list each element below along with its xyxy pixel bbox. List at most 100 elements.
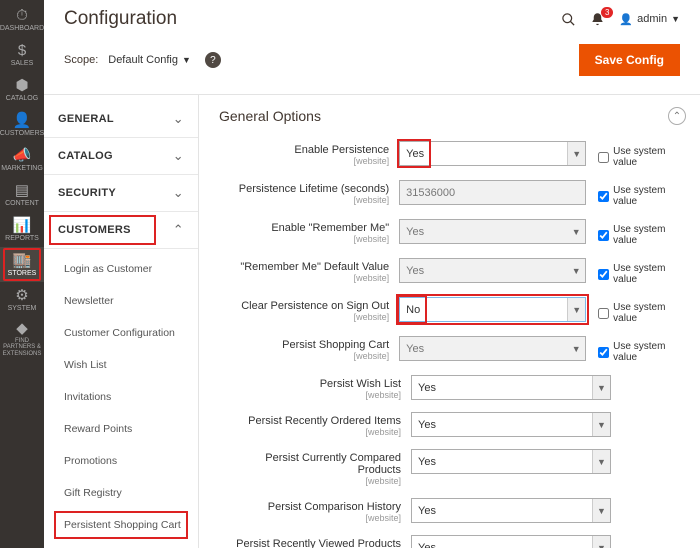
checkbox[interactable] xyxy=(598,191,609,202)
sb-promotions[interactable]: Promotions xyxy=(44,445,198,477)
checkbox[interactable] xyxy=(598,269,609,280)
help-icon[interactable]: ? xyxy=(205,52,221,68)
avatar-icon: 👤 xyxy=(619,13,633,26)
scope-bar: Scope: Default Config▼ ? Save Config xyxy=(44,34,700,94)
sb-security[interactable]: SECURITY⌄ xyxy=(44,175,198,212)
sb-customer-config[interactable]: Customer Configuration xyxy=(44,317,198,349)
nav-label: SYSTEM xyxy=(8,305,37,312)
notifications-button[interactable]: 3 xyxy=(590,12,605,27)
topbar: Configuration 3 👤admin▼ xyxy=(44,0,700,34)
use-system-persist-cart[interactable]: Use system value xyxy=(586,336,686,363)
chevron-down-icon: ⌄ xyxy=(173,148,184,164)
chevron-down-icon: ▼ xyxy=(592,413,610,436)
nav-content[interactable]: ▤ CONTENT xyxy=(0,177,44,212)
sb-newsletter[interactable]: Newsletter xyxy=(44,285,198,317)
sb-general[interactable]: GENERAL⌄ xyxy=(44,101,198,138)
remember-default-select: Yes▼ xyxy=(399,258,586,283)
nav-label: SALES xyxy=(11,60,34,67)
clear-signout-select[interactable]: No▼ xyxy=(399,297,586,322)
nav-catalog[interactable]: ⬢ CATALOG xyxy=(0,72,44,107)
use-system-lifetime[interactable]: Use system value xyxy=(586,180,686,207)
persist-comp-history-select[interactable]: Yes▼ xyxy=(411,498,611,523)
use-system-remember-me[interactable]: Use system value xyxy=(586,219,686,246)
nav-label: CUSTOMERS xyxy=(0,130,44,137)
nav-partners[interactable]: ◆ FIND PARTNERS & EXTENSIONS xyxy=(0,317,44,361)
chevron-up-icon: ⌃ xyxy=(173,222,184,238)
notif-badge: 3 xyxy=(601,7,613,18)
chevron-down-icon: ⌄ xyxy=(173,111,184,127)
store-icon: 🏬 xyxy=(13,253,32,268)
nav-marketing[interactable]: 📣MARKETING xyxy=(0,142,44,177)
sb-reward-points[interactable]: Reward Points xyxy=(44,413,198,445)
admin-nav: ⏱DASHBOARD $ SALES ⬢ CATALOG 👤 CUSTOMERS 📣M… xyxy=(0,0,44,548)
nav-label: CATALOG xyxy=(6,95,38,102)
use-system-clear-signout[interactable]: Use system value xyxy=(586,297,686,324)
checkbox[interactable] xyxy=(598,230,609,241)
nav-label: FIND PARTNERS & EXTENSIONS xyxy=(2,338,42,357)
collapse-section-button[interactable]: ⌃ xyxy=(668,107,686,125)
row-lifetime: Persistence Lifetime (seconds)[website] … xyxy=(219,180,686,207)
enable-persistence-select[interactable]: Yes▼ xyxy=(399,141,586,166)
general-options-form: Enable Persistence[website] Yes▼ Use sys… xyxy=(219,141,686,548)
row-remember-me: Enable "Remember Me"[website] Yes▼ Use s… xyxy=(219,219,686,246)
layout-icon: ▤ xyxy=(15,183,29,198)
row-persist-compared: Persist Currently Compared Products[webs… xyxy=(219,449,686,486)
sb-customers-children: Login as Customer Newsletter Customer Co… xyxy=(44,249,198,545)
checkbox[interactable] xyxy=(598,152,609,163)
nav-reports[interactable]: 📊REPORTS xyxy=(0,212,44,247)
sb-customers[interactable]: CUSTOMERS⌃ xyxy=(44,212,198,249)
checkbox[interactable] xyxy=(598,347,609,358)
chevron-down-icon: ▼ xyxy=(567,337,585,360)
row-persist-cart: Persist Shopping Cart[website] Yes▼ Use … xyxy=(219,336,686,363)
use-system-enable-persistence[interactable]: Use system value xyxy=(586,141,686,168)
sb-persistent-cart[interactable]: Persistent Shopping Cart xyxy=(44,509,198,541)
page-title: Configuration xyxy=(64,8,177,30)
persist-wishlist-select[interactable]: Yes▼ xyxy=(411,375,611,400)
row-persist-comp-history: Persist Comparison History[website] Yes▼ xyxy=(219,498,686,523)
diamond-icon: ◆ xyxy=(16,321,28,336)
remember-me-select: Yes▼ xyxy=(399,219,586,244)
config-content: General Options ⌃ Enable Persistence[web… xyxy=(199,95,700,548)
lifetime-input: 31536000 xyxy=(399,180,586,205)
sb-login-as-customer[interactable]: Login as Customer xyxy=(44,253,198,285)
nav-label: CONTENT xyxy=(5,200,39,207)
persist-cart-select: Yes▼ xyxy=(399,336,586,361)
dollar-icon: $ xyxy=(18,43,26,58)
row-persist-ordered: Persist Recently Ordered Items[website] … xyxy=(219,412,686,437)
chart-icon: 📊 xyxy=(13,218,32,233)
sb-invitations[interactable]: Invitations xyxy=(44,381,198,413)
nav-label: STORES xyxy=(8,270,37,277)
search-icon[interactable] xyxy=(561,12,576,27)
nav-customers[interactable]: 👤 CUSTOMERS xyxy=(0,107,44,142)
box-icon: ⬢ xyxy=(15,78,28,93)
user-menu[interactable]: 👤admin▼ xyxy=(619,13,680,26)
scope-label: Scope: xyxy=(64,54,98,66)
scope-select[interactable]: Default Config▼ xyxy=(108,54,191,66)
row-persist-wishlist: Persist Wish List[website] Yes▼ xyxy=(219,375,686,400)
chevron-down-icon: ▼ xyxy=(592,499,610,522)
save-config-button[interactable]: Save Config xyxy=(579,44,680,76)
sb-wishlist[interactable]: Wish List xyxy=(44,349,198,381)
nav-sales[interactable]: $ SALES xyxy=(0,37,44,72)
config-sidebar: GENERAL⌄ CATALOG⌄ SECURITY⌄ CUSTOMERS⌃ L… xyxy=(44,95,199,548)
use-system-remember-default[interactable]: Use system value xyxy=(586,258,686,285)
person-icon: 👤 xyxy=(13,113,32,128)
persist-compared-select[interactable]: Yes▼ xyxy=(411,449,611,474)
chevron-down-icon: ▼ xyxy=(567,220,585,243)
persist-ordered-select[interactable]: Yes▼ xyxy=(411,412,611,437)
nav-system[interactable]: ⚙SYSTEM xyxy=(0,282,44,317)
user-label: admin xyxy=(637,13,667,25)
persist-viewed-select[interactable]: Yes▼ xyxy=(411,535,611,548)
nav-dashboard[interactable]: ⏱DASHBOARD xyxy=(0,2,44,37)
sb-catalog[interactable]: CATALOG⌄ xyxy=(44,138,198,175)
chevron-down-icon: ▼ xyxy=(567,142,585,165)
checkbox[interactable] xyxy=(598,308,609,319)
nav-stores[interactable]: 🏬 STORES xyxy=(0,247,44,282)
nav-label: DASHBOARD xyxy=(0,25,44,32)
chevron-down-icon: ▼ xyxy=(592,536,610,548)
row-remember-default: "Remember Me" Default Value[website] Yes… xyxy=(219,258,686,285)
row-clear-signout: Clear Persistence on Sign Out[website] N… xyxy=(219,297,686,324)
chevron-down-icon: ⌄ xyxy=(173,185,184,201)
section-title: General Options xyxy=(219,108,668,124)
sb-gift-registry[interactable]: Gift Registry xyxy=(44,477,198,509)
